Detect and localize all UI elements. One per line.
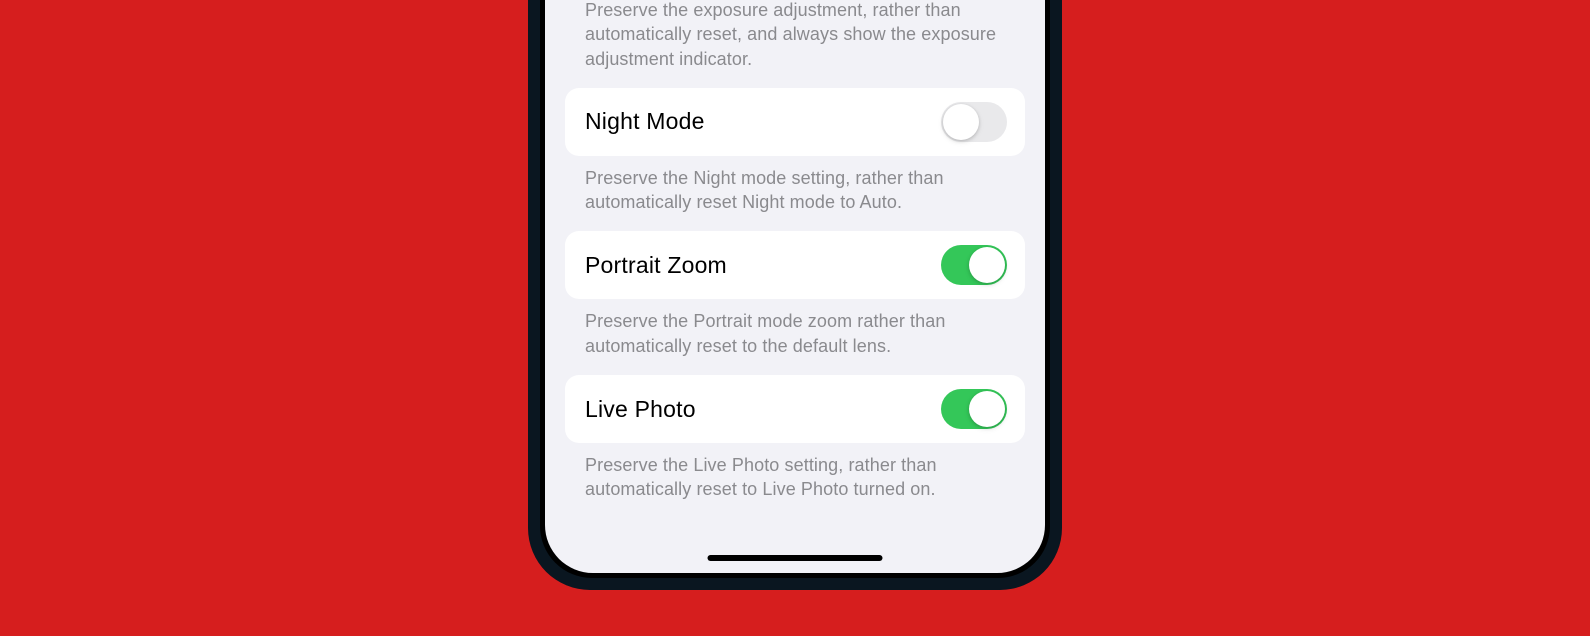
night-mode-row: Night Mode [565, 88, 1025, 156]
portrait-zoom-label: Portrait Zoom [585, 252, 727, 279]
night-mode-label: Night Mode [585, 108, 705, 135]
live-photo-label: Live Photo [585, 396, 696, 423]
settings-content: Preserve the exposure adjustment, rather… [545, 0, 1045, 519]
live-photo-description: Preserve the Live Photo setting, rather … [565, 443, 1025, 519]
live-photo-toggle[interactable] [941, 389, 1007, 429]
phone-frame: Preserve the exposure adjustment, rather… [528, 0, 1062, 590]
phone-inner: Preserve the exposure adjustment, rather… [540, 0, 1050, 578]
exposure-description: Preserve the exposure adjustment, rather… [565, 0, 1025, 88]
toggle-knob [969, 391, 1005, 427]
portrait-zoom-description: Preserve the Portrait mode zoom rather t… [565, 299, 1025, 375]
live-photo-row: Live Photo [565, 375, 1025, 443]
toggle-knob [943, 104, 979, 140]
phone-screen: Preserve the exposure adjustment, rather… [545, 0, 1045, 573]
night-mode-toggle[interactable] [941, 102, 1007, 142]
toggle-knob [969, 247, 1005, 283]
portrait-zoom-row: Portrait Zoom [565, 231, 1025, 299]
night-mode-description: Preserve the Night mode setting, rather … [565, 156, 1025, 232]
home-indicator[interactable] [708, 555, 883, 561]
portrait-zoom-toggle[interactable] [941, 245, 1007, 285]
